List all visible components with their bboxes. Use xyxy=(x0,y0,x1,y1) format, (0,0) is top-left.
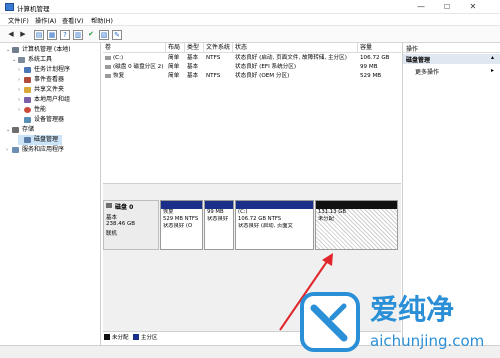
volume-icon xyxy=(105,73,111,78)
partition-header xyxy=(205,201,233,209)
tree-item-services-apps[interactable]: › 服务和应用程序 xyxy=(6,145,64,155)
close-button[interactable]: ✕ xyxy=(462,0,484,14)
forward-arrow-icon[interactable]: ▶ xyxy=(18,30,28,40)
properties-icon[interactable]: ▦ xyxy=(47,30,57,40)
tree-item-device-manager[interactable]: 设备管理器 xyxy=(18,115,64,125)
event-log-icon xyxy=(24,76,31,83)
partition-efi[interactable]: 99 MB 状态良好 xyxy=(204,200,234,250)
volume-icon xyxy=(105,55,111,60)
tree-item-system-tools[interactable]: ⌄ 系统工具 xyxy=(12,55,52,65)
tree-item-task-scheduler[interactable]: › 任务计划程序 xyxy=(18,65,70,75)
partition-header xyxy=(316,201,397,209)
partition-header xyxy=(161,201,202,209)
legend-unallocated: 未分配 xyxy=(112,335,129,341)
performance-icon xyxy=(24,106,31,113)
partition-header xyxy=(236,201,313,209)
tree-item-disk-management[interactable]: 磁盘管理 xyxy=(18,135,63,145)
help-icon[interactable]: ? xyxy=(60,30,70,40)
tree-item-performance[interactable]: › 性能 xyxy=(18,105,46,115)
tree-item-shared-folders[interactable]: › 共享文件夹 xyxy=(18,85,64,95)
unallocated-legend-swatch xyxy=(104,334,110,340)
device-manager-icon xyxy=(24,116,31,123)
disk-name: 磁盘 0 xyxy=(115,204,134,211)
check-icon[interactable]: ✔ xyxy=(86,30,96,40)
column-layout[interactable]: 布局 xyxy=(166,43,185,53)
table-row[interactable]: (磁盘 0 磁盘分区 2) 简单 基本 状态良好 (EFI 系统分区) 99 M… xyxy=(103,63,401,72)
collapse-up-icon[interactable]: ▴ xyxy=(491,54,494,61)
computer-icon xyxy=(12,46,19,53)
disk-status: 联机 xyxy=(106,231,118,237)
more-actions-link[interactable]: 更多操作 xyxy=(415,67,439,76)
column-type[interactable]: 类型 xyxy=(185,43,204,53)
actions-header: 操作 xyxy=(406,46,419,53)
show-hide-tree-icon[interactable]: ▤ xyxy=(34,30,44,40)
partition-recovery[interactable]: 恢复 529 MB NTFS 状态良好 (O xyxy=(160,200,203,250)
column-filesystem[interactable]: 文件系统 xyxy=(204,43,233,53)
brand-logo-icon xyxy=(300,292,360,352)
clock-icon xyxy=(24,66,31,73)
column-capacity[interactable]: 容量 xyxy=(358,43,401,53)
legend-primary: 主分区 xyxy=(141,335,158,341)
volume-icon xyxy=(105,64,111,69)
window-title: 计算机管理 xyxy=(17,5,50,13)
services-icon xyxy=(12,146,19,153)
disk-0-label[interactable]: 磁盘 0 基本 238.46 GB 联机 xyxy=(103,200,159,250)
minimize-button[interactable]: — xyxy=(410,0,432,14)
disk-size: 238.46 GB xyxy=(106,221,136,227)
watermark: 爱纯净 aichunjing.com xyxy=(298,290,500,358)
partition-c[interactable]: (C:) 106.72 GB NTFS 状态良好 (启动, 页面文 xyxy=(235,200,314,250)
tree-item-local-users[interactable]: › 本地用户和组 xyxy=(18,95,70,105)
menu-file[interactable]: 文件(F) xyxy=(8,16,29,25)
more-actions-arrow-icon: ▸ xyxy=(491,67,495,74)
watermark-brand: 爱纯净 xyxy=(370,293,455,326)
tree-item-computer-management[interactable]: ⌄ 计算机管理 (本地) xyxy=(6,45,71,55)
users-icon xyxy=(24,96,31,103)
console-icon[interactable]: ▥ xyxy=(73,30,83,40)
disk-management-icon xyxy=(24,136,31,143)
table-row[interactable]: (C:) 简单 基本 NTFS 状态良好 (启动, 页面文件, 故障转储, 主分… xyxy=(103,54,401,63)
arrow-head xyxy=(322,253,333,266)
computer-management-icon xyxy=(5,3,14,11)
disk-type: 基本 xyxy=(106,215,118,221)
maximize-button[interactable]: ☐ xyxy=(436,0,458,14)
column-volume[interactable]: 卷 xyxy=(103,43,166,53)
storage-icon xyxy=(12,126,19,133)
toolbox-icon xyxy=(18,56,25,63)
watermark-url: aichunjing.com xyxy=(370,332,485,350)
tree-item-storage[interactable]: ⌄ 存储 xyxy=(6,125,34,135)
back-arrow-icon[interactable]: ◀ xyxy=(6,30,16,40)
actions-selected-item[interactable]: 磁盘管理 ▴ xyxy=(403,54,500,64)
folder-icon xyxy=(24,86,31,93)
primary-legend-swatch xyxy=(133,334,139,340)
table-row[interactable]: 恢复 简单 基本 NTFS 状态良好 (OEM 分区) 529 MB xyxy=(103,72,401,81)
menu-help[interactable]: 帮助(H) xyxy=(91,16,113,25)
tree-item-event-viewer[interactable]: › 事件查看器 xyxy=(18,75,64,85)
column-status[interactable]: 状态 xyxy=(233,43,358,53)
disk-list-icon[interactable]: ▧ xyxy=(99,30,109,40)
menu-view[interactable]: 查看(V) xyxy=(62,16,83,25)
menu-action[interactable]: 操作(A) xyxy=(35,16,56,25)
edit-icon[interactable]: ✎ xyxy=(112,30,122,40)
partition-unallocated[interactable]: 131.13 GB 未分配 xyxy=(315,200,398,250)
disk-icon xyxy=(106,203,112,208)
navigation-tree: ⌄ 计算机管理 (本地) ⌄ 系统工具 › 任务计划程序 › 事件查看器 › 共享文件夹 … xyxy=(4,43,101,345)
